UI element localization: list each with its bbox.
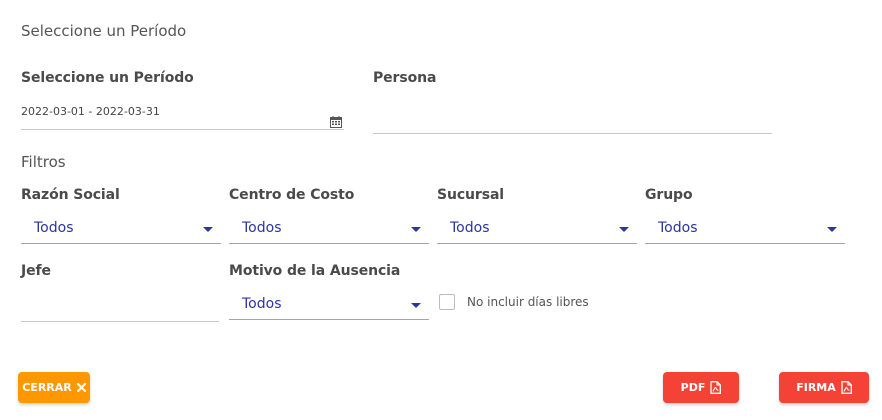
persona-input[interactable] <box>373 133 772 134</box>
centro-costo-value: Todos <box>242 220 282 236</box>
caret-down-icon <box>411 227 421 232</box>
motivo-select[interactable]: Todos <box>229 292 429 320</box>
pdf-file-icon <box>710 381 722 394</box>
no-dias-libres-label[interactable]: No incluir días libres <box>467 295 589 309</box>
page-title: Seleccione un Período <box>21 22 187 40</box>
period-input[interactable]: 2022-03-01 - 2022-03-31 <box>21 105 160 118</box>
sucursal-value: Todos <box>450 220 490 236</box>
caret-down-icon <box>619 227 629 232</box>
firma-button[interactable]: FIRMA <box>779 372 869 403</box>
sucursal-select[interactable]: Todos <box>437 216 637 244</box>
filters-title: Filtros <box>21 153 66 171</box>
razon-social-value: Todos <box>34 220 74 236</box>
persona-label: Persona <box>373 70 437 86</box>
caret-down-icon <box>411 303 421 308</box>
pdf-label: PDF <box>680 381 706 394</box>
period-underline <box>21 129 344 130</box>
period-label: Seleccione un Período <box>21 70 194 86</box>
cerrar-label: CERRAR <box>22 381 72 394</box>
grupo-label: Grupo <box>645 187 693 203</box>
caret-down-icon <box>203 227 213 232</box>
sucursal-label: Sucursal <box>437 187 504 203</box>
grupo-value: Todos <box>658 220 698 236</box>
centro-costo-select[interactable]: Todos <box>229 216 429 244</box>
pdf-file-icon <box>841 381 852 394</box>
motivo-value: Todos <box>242 296 282 312</box>
motivo-label: Motivo de la Ausencia <box>229 263 401 279</box>
pdf-button[interactable]: PDF <box>663 372 739 403</box>
close-icon <box>76 383 86 392</box>
caret-down-icon <box>827 227 837 232</box>
calendar-icon[interactable] <box>330 116 342 128</box>
cerrar-button[interactable]: CERRAR <box>18 372 90 403</box>
razon-social-select[interactable]: Todos <box>21 216 221 244</box>
no-dias-libres-checkbox[interactable] <box>439 294 455 310</box>
firma-label: FIRMA <box>796 381 836 394</box>
centro-costo-label: Centro de Costo <box>229 187 355 203</box>
jefe-input[interactable] <box>21 321 219 322</box>
razon-social-label: Razón Social <box>21 187 120 203</box>
grupo-select[interactable]: Todos <box>645 216 845 244</box>
jefe-label: Jefe <box>21 263 51 279</box>
